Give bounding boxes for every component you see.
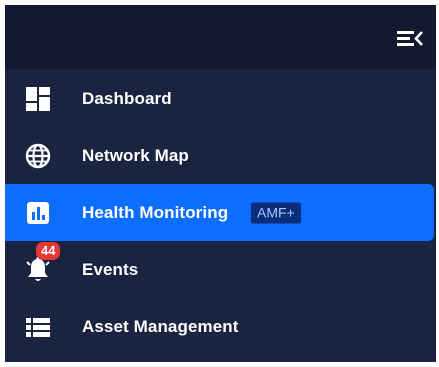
sidebar-menu: Dashboard Network Map Health Monitoring … <box>5 70 436 355</box>
sidebar-item-asset-management[interactable]: Asset Management <box>5 298 436 355</box>
events-count-badge: 44 <box>36 242 61 260</box>
sidebar-item-label: Asset Management <box>82 316 239 336</box>
sidebar-item-network-map[interactable]: Network Map <box>5 127 436 184</box>
sidebar-item-label: Health Monitoring <box>82 202 229 222</box>
sidebar-header <box>5 5 436 69</box>
sidebar-item-health-monitoring[interactable]: Health Monitoring AMF+ <box>5 184 434 241</box>
sidebar-collapse-button[interactable] <box>396 26 424 50</box>
list-icon <box>24 313 52 341</box>
bar-chart-icon <box>24 199 52 227</box>
sidebar-item-label: Network Map <box>82 145 189 165</box>
sidebar-item-label: Dashboard <box>82 88 172 108</box>
sidebar-item-label: Events <box>82 259 139 279</box>
sidebar: Dashboard Network Map Health Monitoring … <box>5 5 436 362</box>
dashboard-icon <box>24 85 52 113</box>
sidebar-item-events[interactable]: 44 Events <box>5 241 436 298</box>
menu-collapse-icon <box>397 31 423 46</box>
globe-icon <box>24 142 52 170</box>
amf-badge: AMF+ <box>251 202 301 223</box>
sidebar-item-dashboard[interactable]: Dashboard <box>5 70 436 127</box>
